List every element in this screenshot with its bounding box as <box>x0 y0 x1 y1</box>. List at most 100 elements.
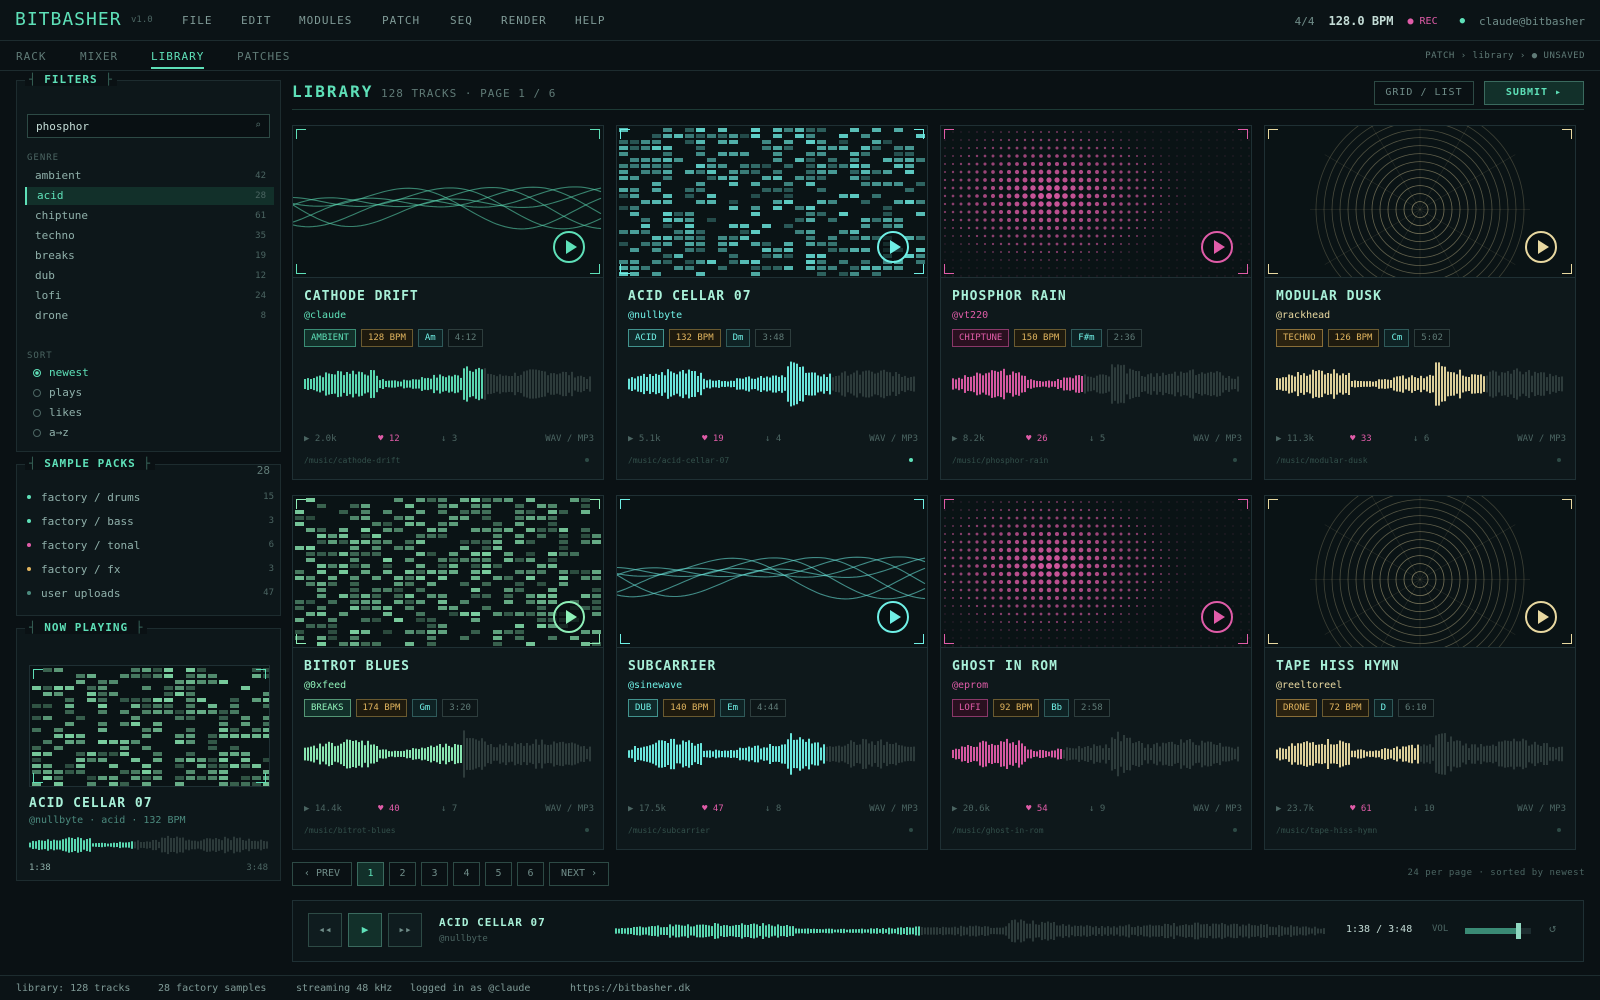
likes-count[interactable]: ♥ 47 <box>702 804 724 814</box>
tab-library[interactable]: LIBRARY <box>151 50 205 69</box>
track-title[interactable]: MODULAR DUSK <box>1276 289 1382 304</box>
track-card[interactable]: MODULAR DUSK @rackhead TECHNO 126 BPM Cm 5:02… <box>1264 125 1576 480</box>
status-url[interactable]: https://bitbasher.dk <box>570 983 690 994</box>
menu-seq[interactable]: SEQ <box>450 14 473 27</box>
genre-tag[interactable]: DRONE <box>1276 699 1318 717</box>
time-signature[interactable]: 4/4 <box>1295 15 1315 28</box>
track-card[interactable]: TAPE HISS HYMN @reeltoreel DRONE 72 BPM D 6:1… <box>1264 495 1576 850</box>
track-waveform[interactable] <box>1276 728 1566 780</box>
likes-count[interactable]: ♥ 54 <box>1026 804 1048 814</box>
tab-patches[interactable]: PATCHES <box>237 50 290 63</box>
genre-tag[interactable]: CHIPTUNE <box>952 329 1010 347</box>
downloads-count[interactable]: ↓ 6 <box>1413 434 1429 444</box>
play-icon[interactable] <box>553 231 585 263</box>
play-icon[interactable] <box>553 601 585 633</box>
genre-item-ambient[interactable]: ambient 42 <box>25 167 274 185</box>
track-waveform[interactable] <box>952 728 1242 780</box>
track-card[interactable]: PHOSPHOR RAIN @vt220 CHIPTUNE 150 BPM F#m 2:3… <box>940 125 1252 480</box>
track-author[interactable]: @rackhead <box>1276 310 1330 321</box>
sample-pack-item[interactable]: factory / bass 3 <box>27 515 274 528</box>
page-3-button[interactable]: 3 <box>421 862 448 886</box>
genre-item-drone[interactable]: drone 8 <box>25 307 274 325</box>
sample-pack-item[interactable]: user uploads 47 <box>27 587 274 600</box>
genre-tag[interactable]: AMBIENT <box>304 329 356 347</box>
now-playing-artwork[interactable] <box>29 665 270 787</box>
downloads-count[interactable]: ↓ 7 <box>441 804 457 814</box>
page-2-button[interactable]: 2 <box>389 862 416 886</box>
track-author[interactable]: @eprom <box>952 680 988 691</box>
view-toggle-button[interactable]: GRID / LIST <box>1374 81 1474 105</box>
play-button[interactable]: ▶ <box>348 913 382 947</box>
track-card[interactable]: SUBCARRIER @sinewave DUB 140 BPM Em 4:44 ▶ 17.… <box>616 495 928 850</box>
play-icon[interactable] <box>877 231 909 263</box>
genre-tag[interactable]: LOFI <box>952 699 988 717</box>
menu-modules[interactable]: MODULES <box>299 14 352 27</box>
track-author[interactable]: @vt220 <box>952 310 988 321</box>
menu-file[interactable]: FILE <box>182 14 213 27</box>
downloads-count[interactable]: ↓ 3 <box>441 434 457 444</box>
track-waveform[interactable] <box>628 728 918 780</box>
volume-handle[interactable] <box>1515 923 1521 939</box>
genre-tag[interactable]: BREAKS <box>304 699 351 717</box>
likes-count[interactable]: ♥ 12 <box>378 434 400 444</box>
track-artwork[interactable] <box>1265 496 1575 648</box>
track-author[interactable]: @sinewave <box>628 680 682 691</box>
player-waveform[interactable] <box>615 917 1327 945</box>
track-artwork[interactable] <box>617 496 927 648</box>
downloads-count[interactable]: ↓ 9 <box>1089 804 1105 814</box>
track-waveform[interactable] <box>628 358 918 410</box>
page-6-button[interactable]: 6 <box>517 862 544 886</box>
radio-icon[interactable] <box>33 369 41 377</box>
menu-help[interactable]: HELP <box>575 14 606 27</box>
genre-item-dub[interactable]: dub 12 <box>25 267 274 285</box>
radio-icon[interactable] <box>33 429 41 437</box>
user-account[interactable]: claude@bitbasher <box>1479 15 1585 28</box>
track-author[interactable]: @reeltoreel <box>1276 680 1342 691</box>
track-author[interactable]: @claude <box>304 310 346 321</box>
menu-patch[interactable]: PATCH <box>382 14 420 27</box>
track-author[interactable]: @nullbyte <box>628 310 682 321</box>
likes-count[interactable]: ♥ 26 <box>1026 434 1048 444</box>
track-waveform[interactable] <box>1276 358 1566 410</box>
downloads-count[interactable]: ↓ 10 <box>1413 804 1435 814</box>
track-title[interactable]: BITROT BLUES <box>304 659 410 674</box>
play-icon[interactable] <box>1525 231 1557 263</box>
tab-mixer[interactable]: MIXER <box>80 50 118 63</box>
tab-rack[interactable]: RACK <box>16 50 47 63</box>
play-icon[interactable] <box>1525 601 1557 633</box>
forward-button[interactable]: ▸▸ <box>388 913 422 947</box>
track-waveform[interactable] <box>304 358 594 410</box>
sort-option[interactable]: plays <box>33 386 82 399</box>
next-page-button[interactable]: NEXT › <box>549 862 609 886</box>
menu-edit[interactable]: EDIT <box>241 14 272 27</box>
likes-count[interactable]: ♥ 61 <box>1350 804 1372 814</box>
genre-tag[interactable]: ACID <box>628 329 664 347</box>
play-icon[interactable] <box>1201 601 1233 633</box>
radio-icon[interactable] <box>33 389 41 397</box>
genre-item-breaks[interactable]: breaks 19 <box>25 247 274 265</box>
bpm-display[interactable]: 128.0 BPM <box>1328 14 1393 28</box>
rec-indicator[interactable]: ● REC <box>1408 16 1438 27</box>
track-artwork[interactable] <box>1265 126 1575 278</box>
search-input[interactable] <box>27 114 270 138</box>
sample-pack-item[interactable]: factory / drums 15 <box>27 491 274 504</box>
sort-option[interactable]: likes <box>33 406 82 419</box>
radio-icon[interactable] <box>33 409 41 417</box>
sample-pack-item[interactable]: factory / fx 3 <box>27 563 274 576</box>
track-card[interactable]: GHOST IN ROM @eprom LOFI 92 BPM Bb 2:58 ▶ 20.6… <box>940 495 1252 850</box>
track-author[interactable]: @0xfeed <box>304 680 346 691</box>
submit-button[interactable]: SUBMIT ▸ <box>1484 81 1584 105</box>
likes-count[interactable]: ♥ 40 <box>378 804 400 814</box>
rewind-button[interactable]: ◂◂ <box>308 913 342 947</box>
genre-item-chiptune[interactable]: chiptune 61 <box>25 207 274 225</box>
likes-count[interactable]: ♥ 33 <box>1350 434 1372 444</box>
track-artwork[interactable] <box>293 126 603 278</box>
track-artwork[interactable] <box>941 496 1251 648</box>
track-waveform[interactable] <box>304 728 594 780</box>
menu-render[interactable]: RENDER <box>501 14 547 27</box>
downloads-count[interactable]: ↓ 4 <box>765 434 781 444</box>
play-icon[interactable] <box>877 601 909 633</box>
track-card[interactable]: ACID CELLAR 07 @nullbyte ACID 132 BPM Dm 3:48… <box>616 125 928 480</box>
genre-item-lofi[interactable]: lofi 24 <box>25 287 274 305</box>
loop-icon[interactable]: ↺ <box>1549 921 1556 935</box>
